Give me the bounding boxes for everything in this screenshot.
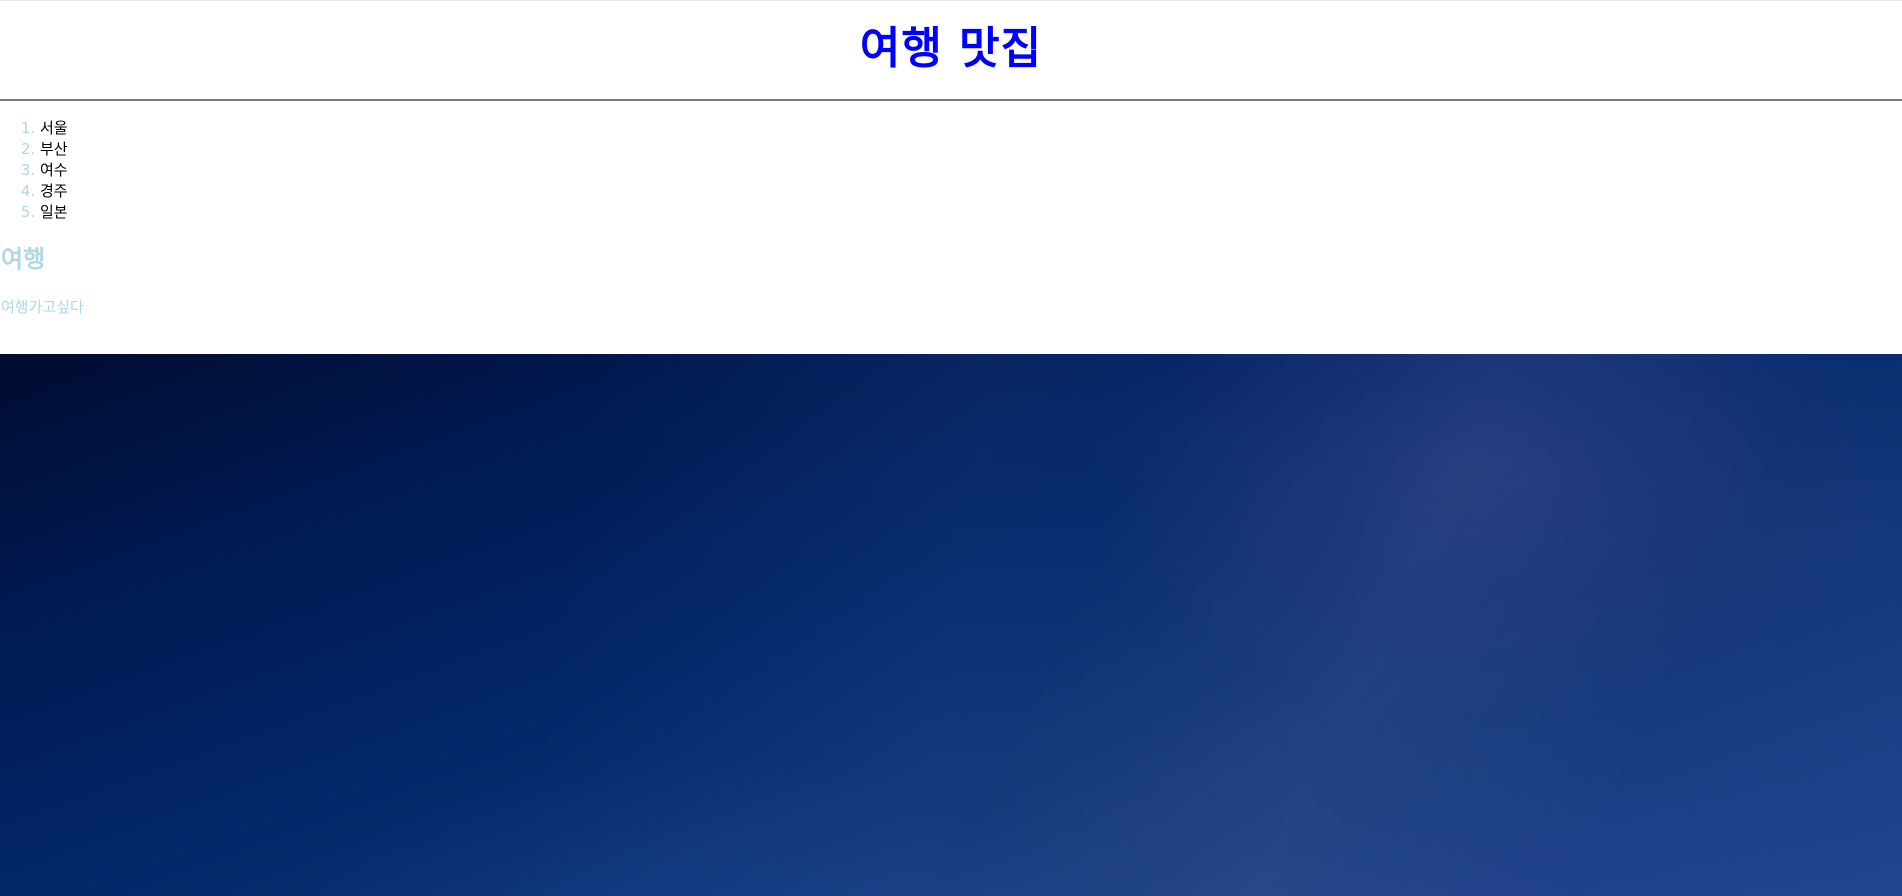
list-item: 경주 — [40, 181, 68, 202]
list-item: 부산 — [40, 139, 68, 160]
site-title: 여행 맛집 — [859, 23, 1043, 74]
page: 여행 맛집 서울부산여수경주일본 여행 여행가고싶다 — [0, 0, 1902, 896]
list-item: 서울 — [40, 118, 68, 139]
section-heading: 여행 — [1, 245, 46, 273]
city-list: 서울부산여수경주일본 — [0, 118, 68, 223]
list-item: 일본 — [40, 202, 68, 223]
site-header: 여행 맛집 — [0, 1, 1902, 101]
night-sky-image — [0, 354, 1902, 896]
list-item: 여수 — [40, 160, 68, 181]
section-text: 여행가고싶다 — [1, 298, 84, 316]
